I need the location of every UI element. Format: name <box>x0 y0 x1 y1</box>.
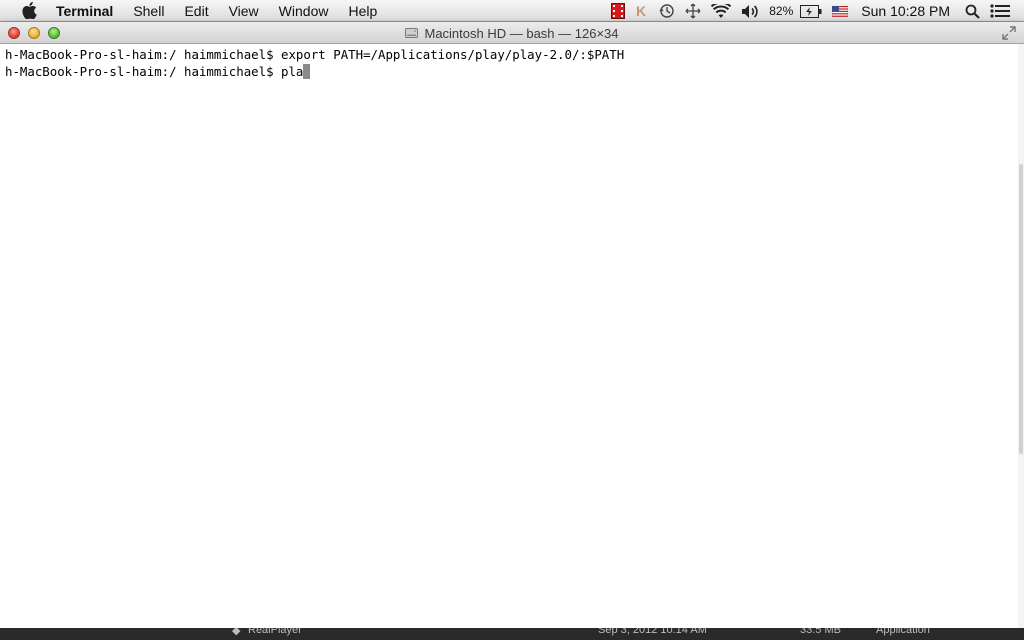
terminal-line-text: h-MacBook-Pro-sl-haim:/ haimmichael$ exp… <box>5 47 625 62</box>
background-file-date: Sep 3, 2012 10:14 AM <box>598 628 707 636</box>
terminal-scrollbar[interactable] <box>1018 44 1024 628</box>
svg-text:K: K <box>636 4 646 18</box>
background-file-name: RealPlayer <box>248 628 302 636</box>
menu-bar: Terminal Shell Edit View Window Help K 8… <box>0 0 1024 22</box>
background-finder-row: ◆ RealPlayer Sep 3, 2012 10:14 AM 33.5 M… <box>0 628 1024 640</box>
apple-menu-icon[interactable] <box>18 0 40 22</box>
fullscreen-toggle-icon[interactable] <box>1002 26 1016 40</box>
menu-window[interactable]: Window <box>269 0 339 22</box>
window-title-text: Macintosh HD — bash — 126×34 <box>424 25 619 41</box>
menu-shell[interactable]: Shell <box>123 0 174 22</box>
realplayer-icon: ◆ <box>232 628 241 637</box>
menu-help[interactable]: Help <box>338 0 387 22</box>
us-flag-icon[interactable] <box>832 0 849 22</box>
terminal-line: h-MacBook-Pro-sl-haim:/ haimmichael$ exp… <box>5 46 1013 63</box>
volume-icon[interactable] <box>741 0 759 22</box>
hard-disk-icon <box>405 28 419 38</box>
screen-recorder-icon[interactable] <box>611 0 626 22</box>
battery-percent[interactable]: 82% <box>769 0 793 22</box>
menu-edit[interactable]: Edit <box>174 0 218 22</box>
terminal-window: Macintosh HD — bash — 126×34 h-MacBook-P… <box>0 22 1024 628</box>
terminal-line: h-MacBook-Pro-sl-haim:/ haimmichael$ pla <box>5 63 1013 80</box>
menu-extras: K 82% Sun 10:28 PM <box>606 0 1024 22</box>
text-cursor <box>303 64 311 79</box>
background-file-size: 33.5 MB <box>800 628 841 636</box>
menu-view[interactable]: View <box>219 0 269 22</box>
bluetooth-move-icon[interactable] <box>685 0 701 22</box>
window-titlebar[interactable]: Macintosh HD — bash — 126×34 <box>0 22 1024 44</box>
wifi-icon[interactable] <box>711 0 732 22</box>
background-file-kind: Application <box>876 628 930 636</box>
spotlight-search-icon[interactable] <box>965 0 980 22</box>
window-title: Macintosh HD — bash — 126×34 <box>0 22 1024 44</box>
battery-charging-icon[interactable] <box>800 0 822 22</box>
terminal-line-text: h-MacBook-Pro-sl-haim:/ haimmichael$ pla <box>5 64 304 79</box>
k-app-icon[interactable]: K <box>635 0 649 22</box>
menu-app-terminal[interactable]: Terminal <box>54 0 123 22</box>
menu-clock[interactable]: Sun 10:28 PM <box>861 0 950 22</box>
time-machine-icon[interactable] <box>659 0 675 22</box>
terminal-content[interactable]: h-MacBook-Pro-sl-haim:/ haimmichael$ exp… <box>0 44 1018 628</box>
scrollbar-thumb[interactable] <box>1019 164 1023 454</box>
notification-list-icon[interactable] <box>990 0 1010 22</box>
